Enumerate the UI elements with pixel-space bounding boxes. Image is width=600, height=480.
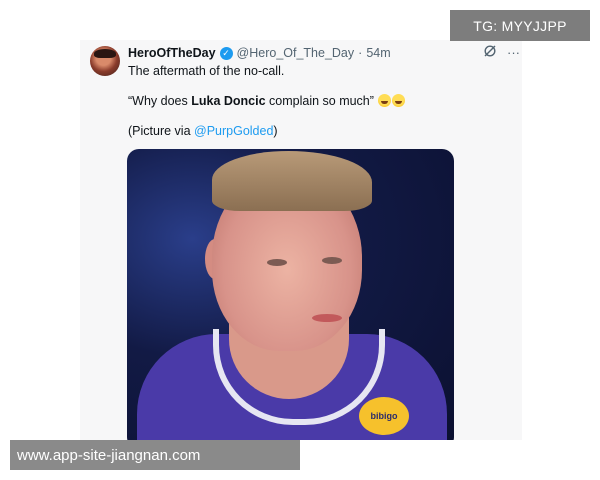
quote-open: “Why does	[128, 94, 192, 108]
credit-prefix: (Picture via	[128, 124, 194, 138]
photo-mouth	[312, 314, 342, 322]
photo-eye-right	[322, 257, 342, 264]
tweet-header: HeroOfTheDay ✓ @Hero_Of_The_Day · 54m	[128, 44, 391, 62]
tweet-card[interactable]: HeroOfTheDay ✓ @Hero_Of_The_Day · 54m ··…	[80, 40, 522, 440]
credit-suffix: )	[273, 124, 278, 138]
tweet-text: The aftermath of the no-call. “Why does …	[128, 63, 508, 139]
quote-bold-name[interactable]: Luka Doncic	[191, 94, 265, 108]
timestamp[interactable]: 54m	[366, 46, 390, 60]
quote-close: complain so much”	[265, 94, 374, 108]
url-watermark-badge: www.app-site-jiangnan.com	[10, 440, 300, 470]
grok-icon[interactable]	[483, 44, 497, 61]
avatar-hair	[94, 49, 116, 58]
tweet-actions: ···	[483, 44, 520, 61]
verified-check-icon: ✓	[219, 46, 233, 60]
separator-dot: ·	[358, 46, 363, 60]
credit-mention-link[interactable]: @PurpGolded	[194, 124, 273, 138]
laughing-tears-emoji	[378, 94, 392, 107]
photo-hair	[212, 151, 372, 211]
tweet-photo[interactable]: bibigo	[127, 149, 454, 440]
tweet-line-3: (Picture via @PurpGolded)	[128, 123, 508, 139]
avatar[interactable]	[90, 46, 120, 76]
tweet-line-1: The aftermath of the no-call.	[128, 64, 285, 78]
grok-icon-svg	[484, 45, 496, 57]
tweet-line-2: “Why does Luka Doncic complain so much”	[128, 93, 508, 109]
photo-eye-left	[267, 259, 287, 266]
more-options-icon[interactable]: ···	[507, 45, 520, 60]
laughing-tears-emoji	[392, 94, 406, 107]
user-handle[interactable]: @Hero_Of_The_Day	[237, 46, 355, 60]
tg-watermark-badge: TG: MYYJJPP	[450, 10, 590, 41]
jersey-sponsor-patch: bibigo	[359, 397, 409, 435]
display-name[interactable]: HeroOfTheDay	[128, 46, 216, 60]
